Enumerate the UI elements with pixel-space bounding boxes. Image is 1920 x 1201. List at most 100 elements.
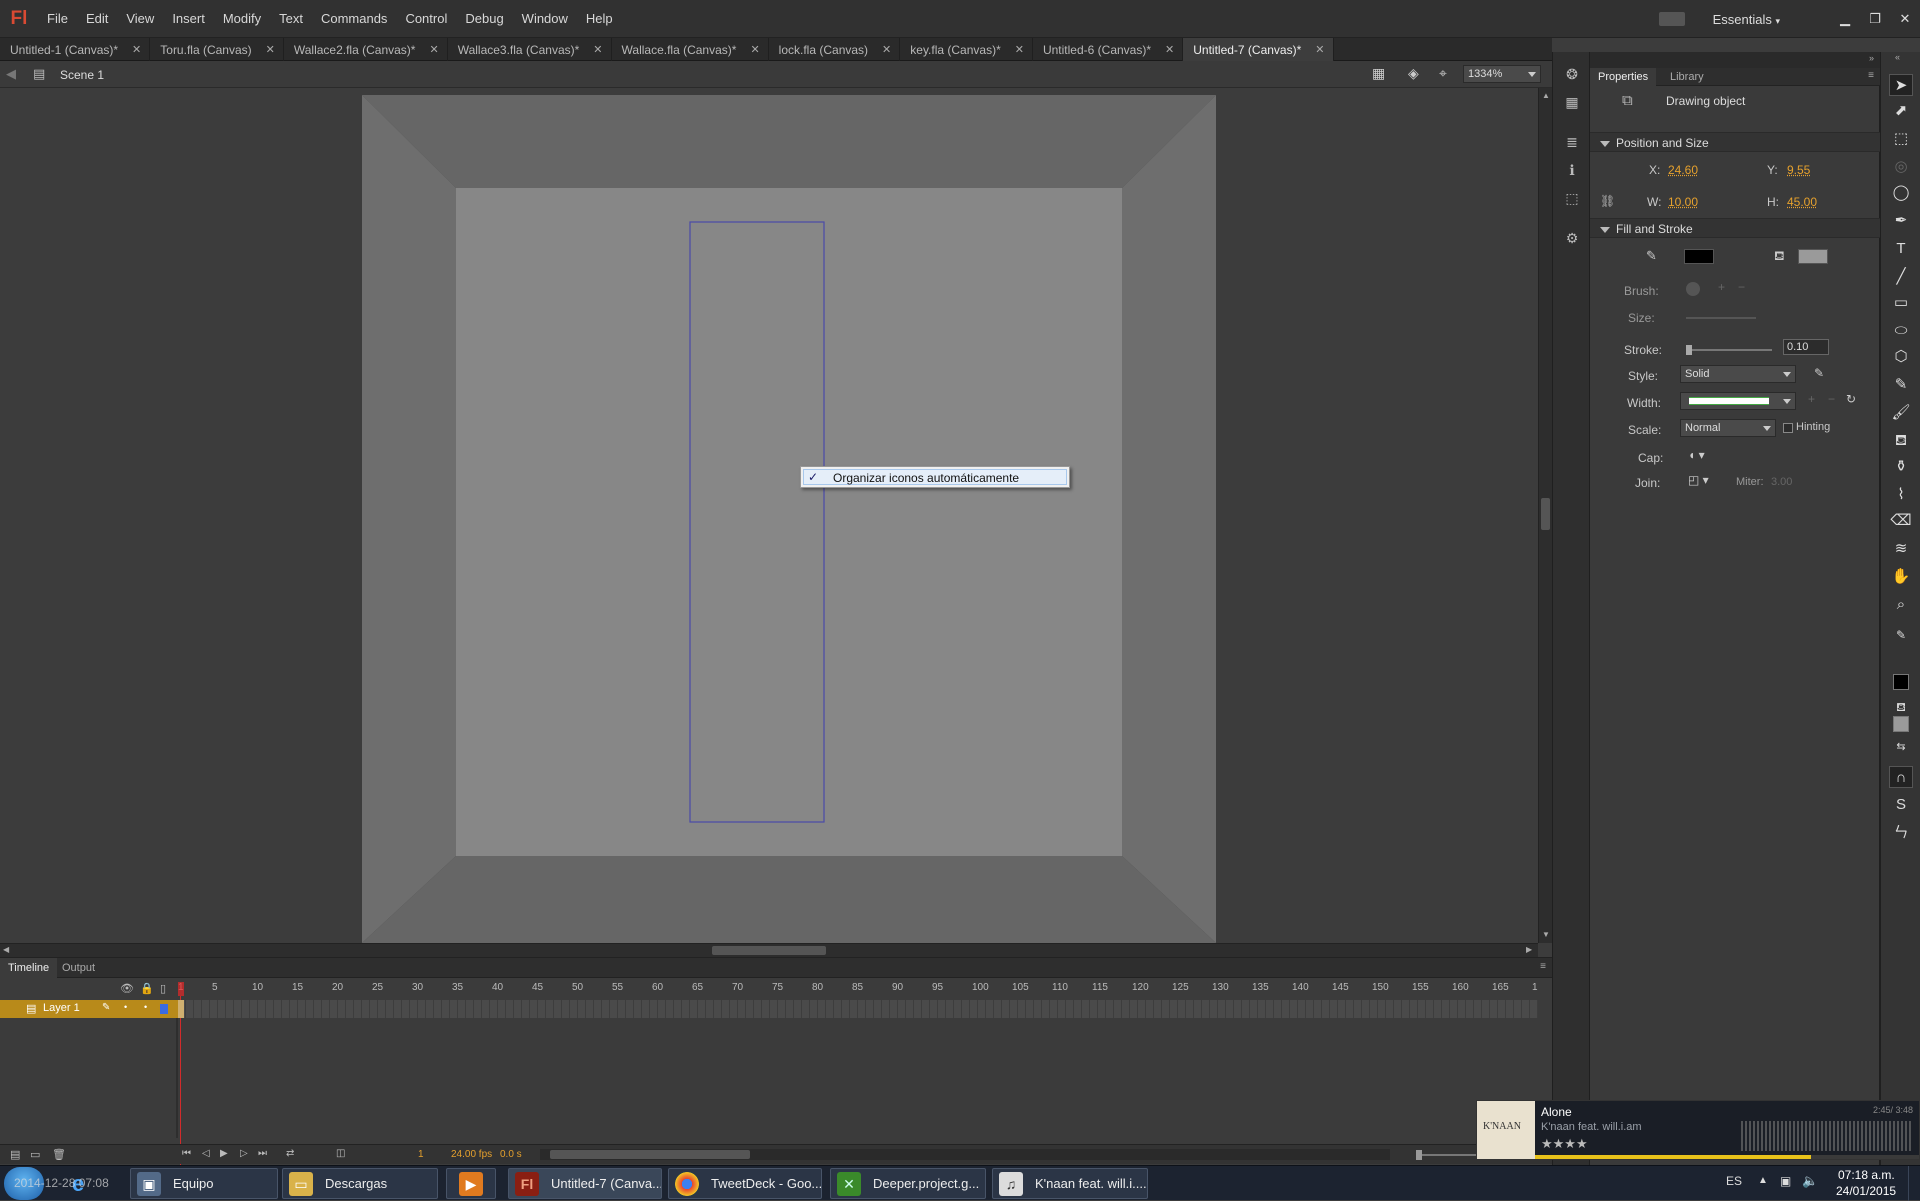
section-fill-stroke[interactable]: Fill and Stroke [1590, 218, 1880, 238]
menu-control[interactable]: Control [396, 0, 456, 38]
edit-scene-icon[interactable]: ▦ [1372, 65, 1385, 82]
menu-edit[interactable]: Edit [77, 0, 117, 38]
menu-debug[interactable]: Debug [456, 0, 512, 38]
show-desktop-button[interactable] [1908, 1166, 1920, 1201]
edit-symbols-icon[interactable]: ◈ [1408, 65, 1419, 82]
3d-rotation-tool-icon[interactable]: ◎ [1889, 156, 1913, 178]
track-progress[interactable] [1535, 1155, 1919, 1159]
taskbar-item-descargas[interactable]: ▭ Descargas [282, 1168, 438, 1199]
subselection-tool-icon[interactable]: ⬈ [1889, 100, 1913, 122]
timeline-hscroll[interactable] [540, 1149, 1390, 1160]
menu-insert[interactable]: Insert [163, 0, 214, 38]
straighten-icon[interactable]: ㄣ [1889, 822, 1913, 844]
ink-bottle-tool-icon[interactable]: ⚱ [1889, 456, 1913, 478]
close-icon[interactable]: ✕ [132, 43, 141, 56]
delete-icon[interactable]: 🗑 [52, 1148, 66, 1161]
new-folder-icon[interactable]: ▭ [30, 1148, 40, 1161]
fill-color-swatch[interactable] [1798, 249, 1828, 264]
menu-help[interactable]: Help [577, 0, 622, 38]
playhead[interactable] [178, 982, 184, 996]
polystar-tool-icon[interactable]: ⬡ [1889, 346, 1913, 368]
menu-view[interactable]: View [117, 0, 163, 38]
taskbar-item-tweetdeck[interactable]: TweetDeck - Goo... [668, 1168, 822, 1199]
frame-strip[interactable] [178, 1000, 1538, 1018]
close-icon[interactable]: ✕ [1315, 43, 1324, 56]
tab-timeline[interactable]: Timeline [0, 958, 57, 978]
zoom-tool-icon[interactable]: ⌕ [1889, 594, 1913, 616]
frame-ruler[interactable]: 1510152025303540455055606570758085909510… [178, 980, 1538, 998]
stage-canvas[interactable] [0, 88, 1538, 943]
transform-icon[interactable]: ⬚ [1562, 188, 1582, 208]
taskbar-item-equipo[interactable]: ▣ Equipo [130, 1168, 278, 1199]
network-icon[interactable]: ▣ [1780, 1174, 1791, 1188]
show-hide-icon[interactable]: 👁 [120, 982, 134, 995]
first-frame-icon[interactable]: ⏮ [182, 1148, 191, 1159]
tab-library[interactable]: Library [1670, 68, 1704, 86]
current-frame[interactable]: 1 [418, 1149, 424, 1160]
new-layer-icon[interactable]: ▤ [10, 1148, 20, 1161]
line-tool-icon[interactable]: ╱ [1889, 266, 1913, 288]
layer-name[interactable]: Layer 1 [43, 1002, 80, 1014]
next-frame-icon[interactable]: ▷ [240, 1148, 248, 1159]
width-tool-icon[interactable]: ≋ [1889, 538, 1913, 560]
sync-settings-icon[interactable] [1659, 12, 1685, 26]
vertical-scrollbar[interactable]: ▲ ▼ [1538, 88, 1552, 943]
outline-color-icon[interactable] [160, 1004, 168, 1014]
eraser-tool-icon[interactable]: ⌫ [1889, 510, 1913, 532]
language-indicator[interactable]: ES [1726, 1174, 1742, 1188]
link-icon[interactable]: ⛓ [1600, 194, 1615, 208]
taskbar-item-media-player[interactable]: ▶ [446, 1168, 496, 1199]
scroll-thumb[interactable] [712, 946, 826, 955]
x-value[interactable]: 24.60 [1668, 163, 1698, 177]
scroll-right-icon[interactable]: ▶ [1526, 945, 1532, 954]
scroll-thumb[interactable] [550, 1150, 750, 1159]
tab-untitled-7[interactable]: Untitled-7 (Canvas)* ✕ [1183, 38, 1333, 61]
scroll-down-icon[interactable]: ▼ [1542, 930, 1550, 939]
lasso-tool-icon[interactable]: ◯ [1889, 182, 1913, 204]
slider-thumb[interactable] [1686, 345, 1692, 355]
stroke-slider[interactable] [1686, 349, 1772, 351]
clock-time[interactable]: 07:18 a.m. [1838, 1168, 1895, 1182]
cap-style-icon[interactable]: ◖ ▾ [1688, 448, 1705, 462]
taskbar-item-flash[interactable]: Fl Untitled-7 (Canva... [508, 1168, 662, 1199]
menu-window[interactable]: Window [513, 0, 577, 38]
smooth-icon[interactable]: S [1889, 794, 1913, 816]
stroke-input[interactable]: 0.10 [1783, 339, 1829, 355]
section-position-size[interactable]: Position and Size [1590, 132, 1880, 152]
loop-icon[interactable]: ⇄ [286, 1148, 294, 1159]
visibility-dot-icon[interactable]: • [124, 1002, 127, 1012]
scene-label[interactable]: Scene 1 [60, 68, 104, 82]
paint-bucket-tool-icon[interactable]: ⛾ [1889, 430, 1913, 452]
context-menu-item-auto-arrange[interactable]: ✓ Organizar iconos automáticamente [803, 469, 1067, 485]
clock-date[interactable]: 24/01/2015 [1836, 1184, 1896, 1198]
eyedropper-tool-icon[interactable]: ⌇ [1889, 484, 1913, 506]
rectangle-tool-icon[interactable]: ▭ [1889, 292, 1913, 314]
pencil-tool-icon[interactable]: ✎ [1889, 374, 1913, 396]
horizontal-scrollbar[interactable]: ◀ ▶ [0, 943, 1538, 957]
stroke-color-swatch[interactable] [1684, 249, 1714, 264]
tab-output[interactable]: Output [62, 958, 95, 978]
text-tool-icon[interactable]: T [1889, 238, 1913, 260]
play-icon[interactable]: ▶ [220, 1148, 228, 1159]
close-icon[interactable]: ✕ [429, 43, 438, 56]
restore-icon[interactable]: ❐ [1860, 11, 1890, 27]
outline-icon[interactable]: ▯ [160, 982, 166, 995]
info-icon[interactable]: ℹ [1562, 160, 1582, 180]
show-hidden-icons-icon[interactable]: ▲ [1758, 1175, 1768, 1186]
now-playing-popup[interactable]: K'NAAN Alone K'naan feat. will.i.am ★★★★… [1476, 1100, 1920, 1160]
tab-wallace2[interactable]: Wallace2.fla (Canvas)* ✕ [284, 38, 448, 61]
tab-wallace[interactable]: Wallace.fla (Canvas)* ✕ [612, 38, 769, 61]
swap-colors-icon[interactable]: ⇆ [1889, 736, 1913, 758]
tab-untitled-6[interactable]: Untitled-6 (Canvas)* ✕ [1033, 38, 1183, 61]
star-rating[interactable]: ★★★★ [1541, 1136, 1588, 1152]
zoom-select[interactable]: 1334% [1463, 65, 1541, 83]
tab-key[interactable]: key.fla (Canvas)* ✕ [900, 38, 1033, 61]
hand-tool-icon[interactable]: ✋ [1889, 566, 1913, 588]
menu-text[interactable]: Text [270, 0, 312, 38]
onion-skin-icon[interactable]: ◫ [336, 1148, 345, 1159]
hinting-checkbox[interactable] [1783, 423, 1793, 433]
tab-toru[interactable]: Toru.fla (Canvas) ✕ [150, 38, 284, 61]
lock-dot-icon[interactable]: • [144, 1002, 147, 1012]
h-value[interactable]: 45.00 [1787, 195, 1817, 209]
lock-icon[interactable]: 🔒 [140, 982, 154, 995]
